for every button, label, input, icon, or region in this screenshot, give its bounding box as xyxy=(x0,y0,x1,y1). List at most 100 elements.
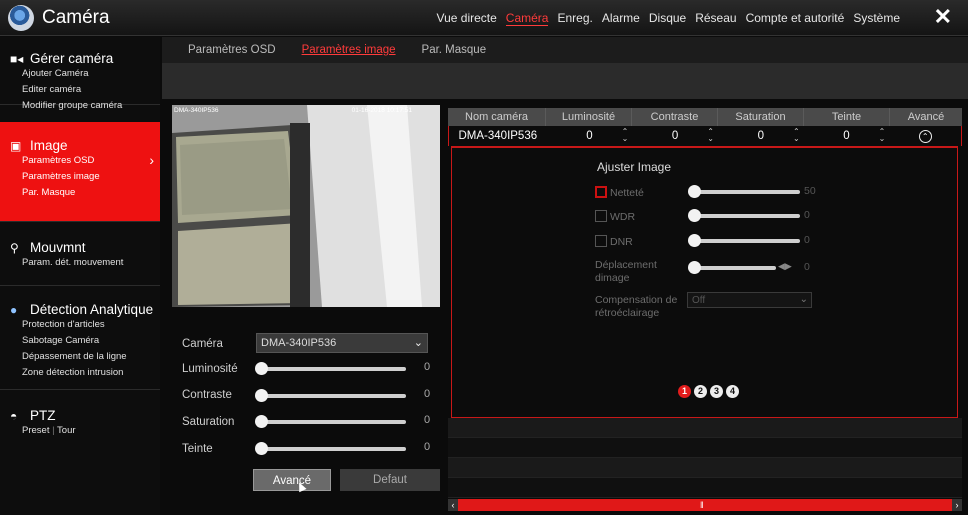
defaut-button[interactable]: Defaut xyxy=(340,469,440,491)
horizontal-scrollbar[interactable]: ‹ ǁ › xyxy=(448,499,962,511)
advanced-panel: Ajuster Image Netteté 50 WDR 0 DNR 0 Dép… xyxy=(451,146,958,418)
sidebar-item-protection[interactable]: Protection d'articles xyxy=(0,317,160,333)
page-2[interactable]: 2 xyxy=(694,385,707,398)
sidebar-item-osd[interactable]: Paramètres OSD xyxy=(0,153,160,169)
nav-camera[interactable]: Caméra xyxy=(505,11,549,26)
dnr-value: 0 xyxy=(804,234,810,246)
scroll-left-icon[interactable]: ‹ xyxy=(448,499,458,511)
spinner-icon[interactable]: ⌃ ⌄ xyxy=(793,128,800,143)
avance-button[interactable]: Avancé xyxy=(253,469,331,491)
compensation-value: Off xyxy=(692,295,706,306)
nav-disque[interactable]: Disque xyxy=(649,11,686,26)
dnr-checkbox[interactable] xyxy=(595,235,607,247)
row-contraste-cell[interactable]: 0 ⌃ ⌄ xyxy=(632,126,718,146)
deplacement-label: Déplacement dimage xyxy=(595,259,657,285)
sidebar-title-gerer: Gérer caméra xyxy=(30,51,114,66)
slider-knob[interactable] xyxy=(255,442,268,455)
tab-masque[interactable]: Par. Masque xyxy=(396,37,487,63)
slider-knob[interactable] xyxy=(688,234,701,247)
nav-compte[interactable]: Compte et autorité xyxy=(746,11,845,26)
wdr-value: 0 xyxy=(804,209,810,221)
spinner-icon[interactable]: ⌃ ⌄ xyxy=(879,128,886,143)
sidebar: ■◂ Gérer caméra Ajouter Caméra Editer ca… xyxy=(0,37,160,515)
slider-knob[interactable] xyxy=(255,415,268,428)
sidebar-title-mouvement: Mouvmnt xyxy=(30,240,86,255)
sidebar-head-gerer[interactable]: ■◂ Gérer caméra xyxy=(0,51,160,66)
slider-knob[interactable] xyxy=(255,389,268,402)
col-saturation: Saturation xyxy=(718,108,804,126)
row-luminosite-cell[interactable]: 0 ⌃ ⌄ xyxy=(547,126,633,146)
sidebar-head-mouvement[interactable]: ⚲ Mouvmnt xyxy=(0,240,160,255)
saturation-slider[interactable] xyxy=(255,415,406,428)
compensation-select[interactable]: Off ⌄ xyxy=(687,292,812,308)
sidebar-head-detection[interactable]: ● Détection Analytique xyxy=(0,302,160,317)
deplacement-slider[interactable] xyxy=(688,261,776,274)
spinner-icon[interactable]: ⌃ ⌄ xyxy=(622,128,629,143)
nettete-value: 50 xyxy=(804,185,816,197)
luminosite-slider[interactable] xyxy=(255,362,406,375)
row-saturation-cell[interactable]: 0 ⌃ ⌄ xyxy=(718,126,804,146)
saturation-label: Saturation xyxy=(182,416,235,428)
col-teinte: Teinte xyxy=(804,108,890,126)
table-row[interactable]: DMA-340IP536 0 ⌃ ⌄ 0 ⌃ ⌄ 0 ⌃ ⌄ 0 ⌃ ⌄ ⌃ xyxy=(448,126,962,146)
sidebar-title-detection: Détection Analytique xyxy=(30,302,154,317)
sidebar-item-editer[interactable]: Editer caméra xyxy=(0,82,160,98)
page-3[interactable]: 3 xyxy=(710,385,723,398)
wdr-slider[interactable] xyxy=(688,209,800,222)
nav-reseau[interactable]: Réseau xyxy=(695,11,736,26)
contraste-slider[interactable] xyxy=(255,389,406,402)
slider-knob[interactable] xyxy=(688,209,701,222)
sidebar-item-ajouter[interactable]: Ajouter Caméra xyxy=(0,66,160,82)
teinte-slider[interactable] xyxy=(255,442,406,455)
sidebar-item-zone-intrusion[interactable]: Zone détection intrusion xyxy=(0,365,160,381)
nav-systeme[interactable]: Système xyxy=(853,11,900,26)
tab-param-image[interactable]: Paramètres image xyxy=(276,37,396,63)
nettete-checkbox[interactable] xyxy=(595,186,607,198)
nav-alarme[interactable]: Alarme xyxy=(602,11,640,26)
sidebar-head-image[interactable]: ▣ Image xyxy=(0,138,160,153)
slider-knob[interactable] xyxy=(688,185,701,198)
toolbar-strip xyxy=(162,63,968,99)
chevron-down-icon: ⌄ xyxy=(799,294,808,305)
nav-vue-directe[interactable]: Vue directe xyxy=(437,11,497,26)
nav-enreg[interactable]: Enreg. xyxy=(557,11,592,26)
row-contraste: 0 xyxy=(671,130,679,142)
compensation-label-line1: Compensation de xyxy=(595,294,678,306)
page-1[interactable]: 1 xyxy=(678,385,691,398)
chevron-right-icon: › xyxy=(149,152,154,168)
wdr-checkbox[interactable] xyxy=(595,210,607,222)
video-camera-icon: ■◂ xyxy=(10,51,24,66)
sidebar-item-param-image[interactable]: Paramètres image xyxy=(0,169,160,185)
sidebar-item-sabotage[interactable]: Sabotage Caméra xyxy=(0,333,160,349)
sidebar-item-masque[interactable]: Par. Masque xyxy=(0,185,160,201)
camera-select[interactable]: DMA-340IP536 ⌄ xyxy=(256,333,428,353)
col-avance: Avancé xyxy=(907,111,945,123)
compensation-label-line2: rétroéclairage xyxy=(595,307,660,319)
sidebar-item-tour[interactable]: Tour xyxy=(57,425,75,436)
slider-knob[interactable] xyxy=(688,261,701,274)
sidebar-head-ptz[interactable]: ◓ PTZ xyxy=(0,408,160,423)
dnr-slider[interactable] xyxy=(688,234,800,247)
sidebar-item-modifier-groupe[interactable]: Modifier groupe caméra xyxy=(0,98,160,114)
page-4[interactable]: 4 xyxy=(726,385,739,398)
scroll-grip-icon[interactable]: ǁ xyxy=(700,499,704,511)
sidebar-item-preset[interactable]: Preset xyxy=(22,425,49,436)
row-teinte-cell[interactable]: 0 ⌃ ⌄ xyxy=(804,126,890,146)
sidebar-section-mouvement: ⚲ Mouvmnt Param. dét. mouvement xyxy=(0,222,160,286)
preview-scene xyxy=(172,105,440,307)
left-right-arrows-icon[interactable]: ◀▶ xyxy=(778,261,792,272)
contraste-label: Contraste xyxy=(182,389,232,401)
camera-select-value: DMA-340IP536 xyxy=(261,337,337,349)
sidebar-item-depassement[interactable]: Dépassement de la ligne xyxy=(0,349,160,365)
spinner-icon[interactable]: ⌃ ⌄ xyxy=(707,128,714,143)
slider-knob[interactable] xyxy=(255,362,268,375)
sidebar-section-image: ▣ Image Paramètres OSD Paramètres image … xyxy=(0,122,160,222)
sidebar-item-det-mouvement[interactable]: Param. dét. mouvement xyxy=(0,255,160,271)
scroll-right-icon[interactable]: › xyxy=(952,499,962,511)
collapse-chevron-icon[interactable]: ⌃ xyxy=(918,130,932,143)
top-bar: Caméra Vue directe Caméra Enreg. Alarme … xyxy=(0,0,968,36)
tab-osd[interactable]: Paramètres OSD xyxy=(162,37,276,63)
close-icon[interactable]: ✕ xyxy=(934,4,952,30)
nettete-slider[interactable] xyxy=(688,185,800,198)
row-avance-cell[interactable]: ⌃ xyxy=(889,126,961,146)
